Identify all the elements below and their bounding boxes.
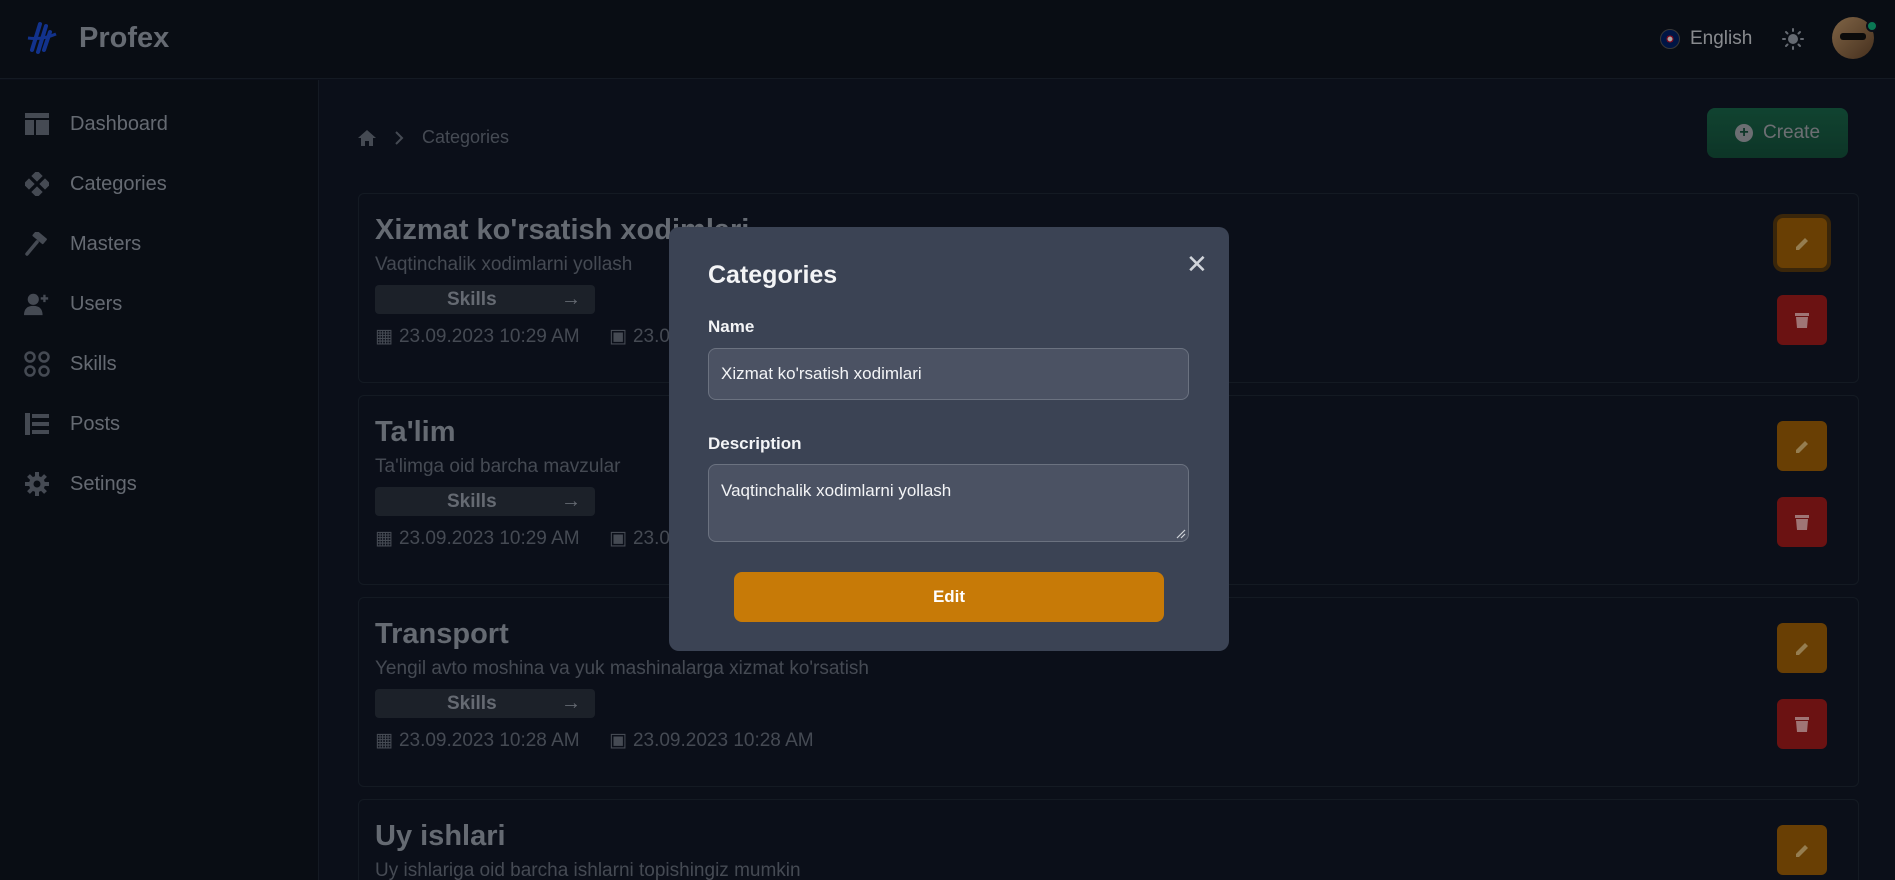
description-textarea[interactable]: Vaqtinchalik xodimlarni yollash (708, 464, 1189, 542)
modal-title: Categories (708, 261, 838, 289)
resize-grip-icon[interactable] (1176, 529, 1186, 539)
description-label: Description (708, 434, 802, 453)
description-value: Vaqtinchalik xodimlarni yollash (721, 481, 952, 500)
edit-category-modal: Categories ✕ Name Description Vaqtinchal… (669, 227, 1229, 651)
name-label: Name (708, 317, 755, 336)
close-icon[interactable]: ✕ (1186, 251, 1208, 277)
name-input[interactable] (708, 348, 1189, 400)
edit-submit-button[interactable]: Edit (734, 572, 1164, 622)
